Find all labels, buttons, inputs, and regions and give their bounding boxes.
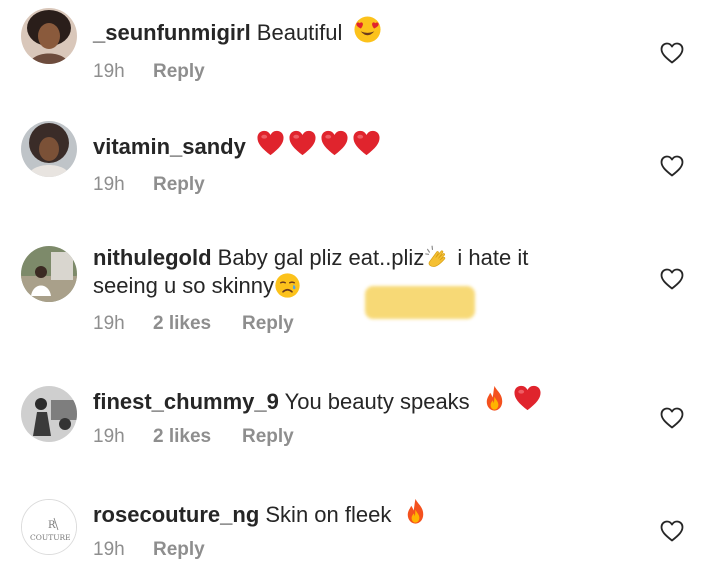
red-heart-emoji-icon [256,129,285,158]
like-heart-icon[interactable] [660,520,684,542]
username-link[interactable]: rosecouture_ng [93,502,259,527]
reply-button[interactable]: Reply [153,61,205,83]
like-heart-icon[interactable] [660,155,684,177]
comment-body-line2: seeing u so skinny [93,273,274,298]
comment-time: 19h [93,174,125,195]
comment-text: finest_chummy_9 You beauty speaks [93,384,633,416]
comment-text: rosecouture_ng Skin on fleek [93,497,633,529]
comment-meta: 19h 2 likes Reply [93,426,294,448]
heart-eyes-emoji-icon [353,15,382,44]
avatar[interactable] [21,246,77,302]
emoji-group [256,129,381,158]
comment-meta: 19h 2 likes Reply [93,313,294,335]
comment-meta: 19h Reply [93,539,205,561]
reply-button[interactable]: Reply [153,174,205,196]
comment-item: vitamin_sandy 19h Reply [0,113,720,226]
comment-time: 19h [93,61,125,82]
avatar[interactable] [21,121,77,177]
comment-item: _seunfunmigirl Beautiful 19h Reply [0,0,720,113]
comment-time: 19h [93,426,125,447]
likes-count[interactable]: 2 likes [153,313,242,335]
comment-meta: 19h Reply [93,61,205,83]
like-heart-icon[interactable] [660,42,684,64]
avatar-logo-text-2: COUTURE [30,533,71,542]
red-heart-emoji-icon [288,129,317,158]
comment-time: 19h [93,539,125,560]
comment-text: vitamin_sandy [93,129,633,161]
comment-body: Beautiful [250,20,343,45]
comment-item: R COUTURE rosecouture_ng Skin on fleek 1… [0,491,720,576]
comment-meta: 19h Reply [93,174,205,196]
username-link[interactable]: _seunfunmigirl [93,20,251,45]
comment-item: finest_chummy_9 You beauty speaks 19h 2 … [0,378,720,491]
red-heart-emoji-icon [320,129,349,158]
comment-text: nithulegold Baby gal pliz eat..pliz i ha… [93,244,633,300]
red-heart-emoji-icon [513,384,542,413]
reply-button[interactable]: Reply [242,426,294,448]
fire-emoji-icon [480,384,509,413]
reply-button[interactable]: Reply [153,539,205,561]
highlight-mark [365,286,475,319]
clapping-hands-emoji-icon [424,244,451,271]
comment-time: 19h [93,313,125,334]
crying-face-emoji-icon [274,272,301,299]
username-link[interactable]: nithulegold [93,245,212,270]
comment-text: _seunfunmigirl Beautiful [93,15,633,47]
like-heart-icon[interactable] [660,268,684,290]
fire-emoji-icon [401,497,430,526]
reply-button[interactable]: Reply [242,313,294,335]
emoji-group [353,15,382,44]
likes-count[interactable]: 2 likes [153,426,242,448]
comment-body: You beauty speaks [278,389,470,414]
avatar[interactable] [21,386,77,442]
comment-body: Baby gal pliz eat..pliz [211,245,425,270]
emoji-group [401,497,430,526]
comment-body: Skin on fleek [259,502,392,527]
red-heart-emoji-icon [352,129,381,158]
username-link[interactable]: finest_chummy_9 [93,389,279,414]
comment-item: nithulegold Baby gal pliz eat..pliz i ha… [0,226,720,339]
avatar[interactable]: R COUTURE [21,499,77,555]
comment-body-continued: i hate it [451,245,529,270]
like-heart-icon[interactable] [660,407,684,429]
username-link[interactable]: vitamin_sandy [93,134,246,159]
avatar[interactable] [21,8,77,64]
emoji-group [480,384,542,413]
